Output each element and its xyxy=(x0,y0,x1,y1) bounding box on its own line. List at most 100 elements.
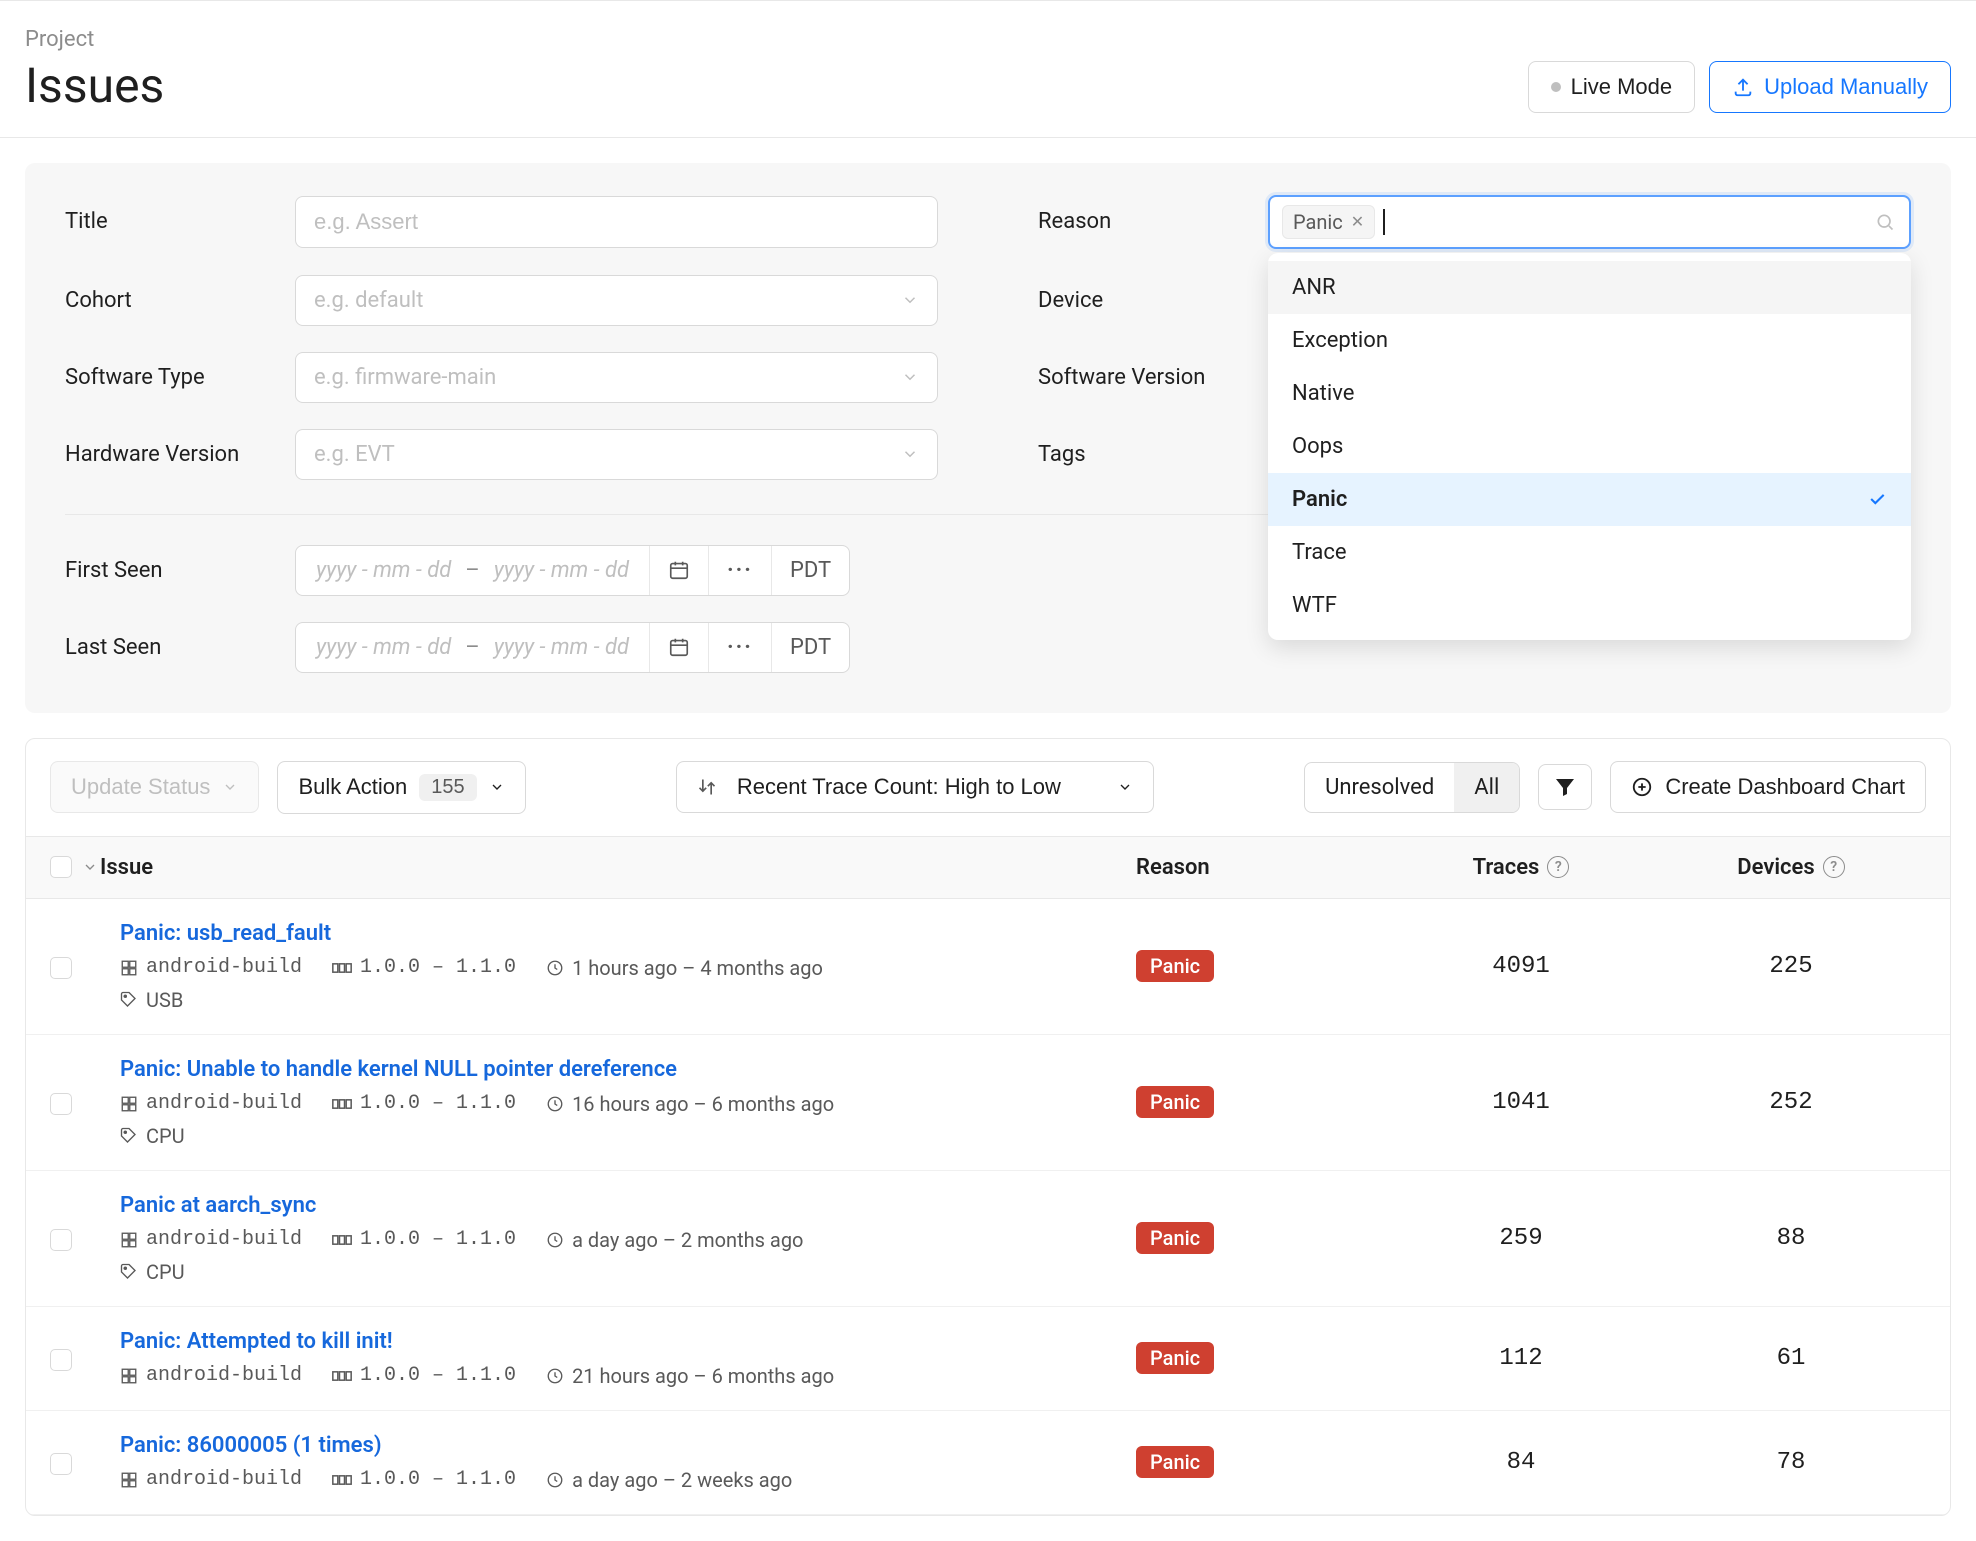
filter-label-cohort: Cohort xyxy=(65,288,295,313)
chevron-down-icon xyxy=(901,368,919,386)
reason-tag-label: Panic xyxy=(1293,210,1343,234)
row-checkbox[interactable] xyxy=(50,1349,72,1371)
calendar-icon[interactable] xyxy=(649,623,708,672)
calendar-icon[interactable] xyxy=(649,546,708,595)
reason-option-anr[interactable]: ANR xyxy=(1268,261,1911,314)
chevron-down-icon[interactable] xyxy=(82,859,98,875)
table-header: Issue Reason Traces ? Devices ? xyxy=(26,836,1950,899)
sort-label: Recent Trace Count: High to Low xyxy=(737,774,1097,800)
segment-unresolved[interactable]: Unresolved xyxy=(1305,763,1454,812)
time-label: 21 hours ago – 6 months ago xyxy=(546,1364,834,1388)
column-traces: Traces ? xyxy=(1386,855,1656,880)
column-issue: Issue xyxy=(100,855,1136,880)
devices-count: 252 xyxy=(1656,1089,1926,1116)
last-seen-datepicker[interactable]: yyyy - mm - dd – yyyy - mm - dd ··· PDT xyxy=(295,622,850,673)
hwver-placeholder: e.g. EVT xyxy=(314,442,395,467)
time-label: 16 hours ago – 6 months ago xyxy=(546,1092,834,1116)
software-type-select[interactable]: e.g. firmware-main xyxy=(295,352,938,403)
version-label: 1.0.0 – 1.1.0 xyxy=(332,956,516,979)
close-icon[interactable]: ✕ xyxy=(1351,212,1364,231)
version-label: 1.0.0 – 1.1.0 xyxy=(332,1468,516,1491)
dash: – xyxy=(465,635,479,660)
more-icon[interactable]: ··· xyxy=(708,546,771,595)
info-icon[interactable]: ? xyxy=(1823,856,1845,878)
bulk-action-button[interactable]: Bulk Action 155 xyxy=(277,761,525,814)
reason-multiselect[interactable]: Panic ✕ xyxy=(1268,195,1911,249)
sort-select[interactable]: Recent Trace Count: High to Low xyxy=(676,761,1154,813)
build-label: android-build xyxy=(120,956,302,979)
reason-badge: Panic xyxy=(1136,1086,1214,1118)
filter-label-hwver: Hardware Version xyxy=(65,442,295,467)
issue-title-link[interactable]: Panic: Unable to handle kernel NULL poin… xyxy=(120,1057,677,1082)
search-icon xyxy=(1875,212,1895,232)
more-icon[interactable]: ··· xyxy=(708,623,771,672)
chevron-down-icon xyxy=(901,291,919,309)
column-devices: Devices ? xyxy=(1656,855,1926,880)
select-all-checkbox[interactable] xyxy=(50,856,72,878)
reason-option-native[interactable]: Native xyxy=(1268,367,1911,420)
filter-label-first-seen: First Seen xyxy=(65,558,295,583)
timezone-label[interactable]: PDT xyxy=(771,623,849,672)
filter-label-title: Title xyxy=(65,209,295,234)
live-mode-button[interactable]: Live Mode xyxy=(1528,61,1696,113)
reason-option-oops[interactable]: Oops xyxy=(1268,420,1911,473)
row-checkbox[interactable] xyxy=(50,957,72,979)
timezone-label[interactable]: PDT xyxy=(771,546,849,595)
upload-icon xyxy=(1732,76,1754,98)
time-label: a day ago – 2 weeks ago xyxy=(546,1468,792,1492)
segment-all[interactable]: All xyxy=(1454,763,1519,812)
upload-manually-button[interactable]: Upload Manually xyxy=(1709,61,1951,113)
first-seen-datepicker[interactable]: yyyy - mm - dd – yyyy - mm - dd ··· PDT xyxy=(295,545,850,596)
column-reason: Reason xyxy=(1136,855,1386,880)
traces-count: 4091 xyxy=(1386,953,1656,980)
status-filter-segment[interactable]: Unresolved All xyxy=(1304,762,1520,813)
filter-funnel-button[interactable] xyxy=(1538,764,1592,810)
reason-option-panic[interactable]: Panic xyxy=(1268,473,1911,526)
chevron-down-icon xyxy=(489,779,505,795)
row-checkbox[interactable] xyxy=(50,1093,72,1115)
chevron-down-icon xyxy=(1117,779,1133,795)
row-checkbox[interactable] xyxy=(50,1229,72,1251)
title-input[interactable] xyxy=(295,196,938,248)
date-to-placeholder: yyyy - mm - dd xyxy=(494,558,629,583)
info-icon[interactable]: ? xyxy=(1547,856,1569,878)
table-row: Panic: Unable to handle kernel NULL poin… xyxy=(26,1035,1950,1171)
version-label: 1.0.0 – 1.1.0 xyxy=(332,1228,516,1251)
issue-title-link[interactable]: Panic: 86000005 (1 times) xyxy=(120,1433,382,1458)
dash: – xyxy=(465,558,479,583)
funnel-icon xyxy=(1553,775,1577,799)
create-chart-button[interactable]: Create Dashboard Chart xyxy=(1610,761,1926,813)
reason-option-exception[interactable]: Exception xyxy=(1268,314,1911,367)
build-label: android-build xyxy=(120,1364,302,1387)
issue-title-link[interactable]: Panic at aarch_sync xyxy=(120,1193,316,1218)
reason-badge: Panic xyxy=(1136,1342,1214,1374)
update-status-label: Update Status xyxy=(71,774,210,800)
hardware-version-select[interactable]: e.g. EVT xyxy=(295,429,938,480)
filter-panel: Title Reason Panic ✕ ANRExceptionNativeO… xyxy=(25,163,1951,713)
breadcrumb[interactable]: Project xyxy=(25,27,164,52)
plus-circle-icon xyxy=(1631,776,1653,798)
results-card: Update Status Bulk Action 155 Recent Tra… xyxy=(25,738,1951,1516)
reason-dropdown: ANRExceptionNativeOopsPanicTraceWTF xyxy=(1268,253,1911,640)
status-dot-icon xyxy=(1551,82,1561,92)
tag-item: CPU xyxy=(120,1124,185,1148)
reason-badge: Panic xyxy=(1136,950,1214,982)
filter-label-tags: Tags xyxy=(1038,442,1268,467)
issue-title-link[interactable]: Panic: Attempted to kill init! xyxy=(120,1329,393,1354)
row-checkbox[interactable] xyxy=(50,1453,72,1475)
reason-option-wtf[interactable]: WTF xyxy=(1268,579,1911,632)
live-mode-label: Live Mode xyxy=(1571,74,1673,100)
reason-tag-panic[interactable]: Panic ✕ xyxy=(1282,205,1375,239)
table-row: Panic at aarch_syncandroid-build1.0.0 – … xyxy=(26,1171,1950,1307)
version-label: 1.0.0 – 1.1.0 xyxy=(332,1092,516,1115)
upload-label: Upload Manually xyxy=(1764,74,1928,100)
traces-count: 259 xyxy=(1386,1225,1656,1252)
update-status-button: Update Status xyxy=(50,761,259,813)
reason-option-trace[interactable]: Trace xyxy=(1268,526,1911,579)
tag-item: CPU xyxy=(120,1260,185,1284)
cohort-select[interactable]: e.g. default xyxy=(295,275,938,326)
check-icon xyxy=(1867,489,1887,509)
reason-badge: Panic xyxy=(1136,1222,1214,1254)
cohort-placeholder: e.g. default xyxy=(314,288,423,313)
issue-title-link[interactable]: Panic: usb_read_fault xyxy=(120,921,331,946)
